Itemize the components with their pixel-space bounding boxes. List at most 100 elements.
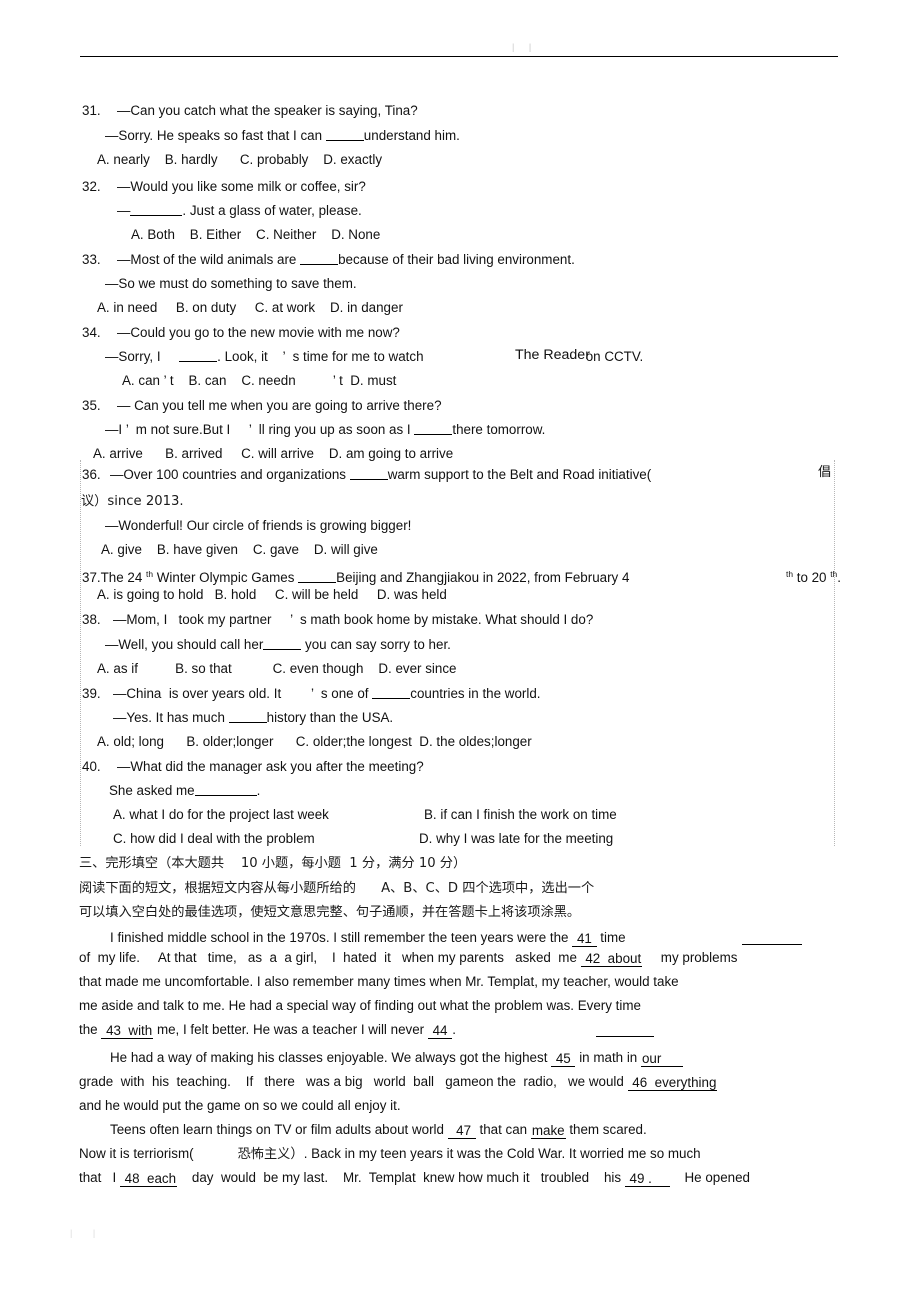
question-36-line-2: 议）since 2013. <box>81 494 184 509</box>
question-40-option-b: B. if can I finish the work on time <box>424 807 617 822</box>
question-40-option-d: D. why I was late for the meeting <box>419 831 614 846</box>
question-35-answer-blank <box>414 434 453 435</box>
p1-l5-text-a: the <box>79 1022 102 1037</box>
cloze-blank-46: 46 everything <box>627 1075 718 1091</box>
question-37-line-1-b: Winter Olympic Games <box>153 570 299 585</box>
question-40-option-c: C. how did I deal with the problem <box>113 831 315 846</box>
cloze-blank-41: 41 <box>572 931 597 947</box>
question-39-line-1: —China is over years old. It ’ s one of … <box>113 686 541 701</box>
question-38-line-1: —Mom, I took my partner ’ s math book ho… <box>113 612 594 627</box>
p1-l5-text-c: . <box>452 1022 456 1037</box>
question-35-line-2-post: there tomorrow. <box>452 422 546 437</box>
question-40-line-2-pre: She asked me <box>109 783 195 798</box>
question-34-line-2-mid: . Look, it ’ s time for me to watch <box>217 349 424 364</box>
question-33-line-1-pre: —Most of the wild animals are <box>117 252 301 267</box>
question-31-options: A. nearly B. hardly C. probably D. exact… <box>97 152 383 167</box>
p3-l2-chinese-gloss: 恐怖主义 <box>237 1147 291 1162</box>
question-36-line-1-pre: —Over 100 countries and organizations <box>110 467 350 482</box>
exam-paper-page: | | 31. —Can you catch what the speaker … <box>0 0 920 1303</box>
question-32-line-2-pre: — <box>117 203 131 218</box>
p1-l2-text-b: my problems <box>642 950 738 965</box>
p2-l2-text-a: grade with his teaching. If there was a … <box>79 1074 628 1089</box>
question-40-line-2-post: . <box>256 783 261 798</box>
question-40-option-a: A. what I do for the project last week <box>113 807 329 822</box>
stray-underline-2 <box>596 1036 654 1037</box>
question-37-options: A. is going to hold B. hold C. will be h… <box>97 587 447 602</box>
cloze-blank-47: 47 <box>447 1123 476 1139</box>
cloze-passage-p1-line-5: the 43 with me, I felt better. He was a … <box>79 1022 456 1039</box>
question-31-line-2-pre: —Sorry. He speaks so fast that I can <box>105 128 326 143</box>
cloze-passage-p1-line-1: I finished middle school in the 1970s. I… <box>110 930 626 947</box>
cloze-section-heading: 三、完形填空（本大题共 10 小题，每小题 1 分，满分 10 分） <box>79 856 467 871</box>
question-39-line-1-post: countries in the world. <box>410 686 541 701</box>
question-31-line-2: —Sorry. He speaks so fast that I can und… <box>105 128 460 143</box>
question-38-line-2: —Well, you should call her you can say s… <box>105 637 451 652</box>
question-39-line-2-pre: —Yes. It has much <box>113 710 229 725</box>
question-33-line-2: —So we must do something to save them. <box>105 276 357 291</box>
question-35-line-2: —I ’ m not sure.But I ’ ll ring you up a… <box>105 422 545 437</box>
p3-l3-text-b: day would be my last. Mr. Templat knew h… <box>177 1170 625 1185</box>
p3-l3-text-a: that I <box>79 1170 120 1185</box>
question-32-options: A. Both B. Either C. Neither D. None <box>131 227 381 242</box>
cloze-passage-p1-line-2: of my life. At that time, as a a girl, I… <box>79 950 737 967</box>
question-38-line-2-post: you can say sorry to her. <box>301 637 451 652</box>
question-33-line-1-post: because of their bad living environment. <box>338 252 575 267</box>
question-32-line-1: —Would you like some milk or coffee, sir… <box>117 179 366 194</box>
question-37-line-1-tail: th to 20 th. <box>786 567 841 585</box>
question-36-chinese-char-1: 倡 <box>818 465 832 480</box>
question-40-line-2: She asked me. <box>109 783 260 798</box>
question-34-line-2-pre: —Sorry, I <box>105 349 180 364</box>
question-39-line-1-pre: —China is over years old. It ’ s one of <box>113 686 373 701</box>
question-40-line-1: —What did the manager ask you after the … <box>117 759 424 774</box>
cloze-blank-43: 43 with <box>101 1023 154 1039</box>
cloze-passage-p2-line-3: and he would put the game on so we could… <box>79 1098 401 1113</box>
question-37-line-1: 37.The 24 th Winter Olympic Games Beijin… <box>82 567 629 585</box>
question-33-number: 33. <box>82 252 101 267</box>
p1-l1-text-b: time <box>596 930 626 945</box>
question-37-number: 37. <box>82 570 101 585</box>
question-38-options: A. as if B. so that C. even though D. ev… <box>97 661 457 676</box>
question-32-line-2: — . Just a glass of water, please. <box>117 203 362 218</box>
question-37-answer-blank <box>298 582 337 583</box>
question-35-line-1: — Can you tell me when you are going to … <box>117 398 442 413</box>
cloze-blank-44: 44 <box>427 1023 453 1039</box>
question-34-line-2: —Sorry, I . Look, it ’ s time for me to … <box>105 349 424 364</box>
p3-l2-text-b: ）. Back in my teen years it was the Cold… <box>290 1146 701 1161</box>
question-36-line-1-post: warm support to the Belt and Road initia… <box>387 467 652 482</box>
question-38-answer-blank <box>263 649 302 650</box>
question-40-answer-blank <box>194 795 257 796</box>
cloze-passage-p2-line-2: grade with his teaching. If there was a … <box>79 1074 718 1091</box>
question-37-line-1-e: . <box>837 570 841 585</box>
question-34-line-1: —Could you go to the new movie with me n… <box>117 325 400 340</box>
question-33-line-1: —Most of the wild animals are because of… <box>117 252 575 267</box>
question-32-answer-blank <box>130 215 183 216</box>
question-37-superscript-th-2: th <box>786 569 793 579</box>
question-37-superscript-th-1: th <box>146 569 154 579</box>
question-36-options: A. give B. have given C. gave D. will gi… <box>101 542 378 557</box>
cloze-underlined-word-make: make <box>530 1123 566 1139</box>
question-39-options: A. old; long B. older;longer C. older;th… <box>97 734 532 749</box>
question-31-line-1: —Can you catch what the speaker is sayin… <box>117 103 418 118</box>
cloze-blank-42: 42 about <box>580 951 643 967</box>
cloze-passage-p3-line-2: Now it is terriorism( 恐怖主义）. Back in my t… <box>79 1146 701 1162</box>
p1-l2-text-a: of my life. At that time, as a a girl, I… <box>79 950 581 965</box>
question-35-options: A. arrive B. arrived C. will arrive D. a… <box>93 446 454 461</box>
question-36-line-1: —Over 100 countries and organizations wa… <box>110 467 651 482</box>
question-38-line-2-pre: —Well, you should call her <box>105 637 264 652</box>
question-39-answer-blank-1 <box>372 698 411 699</box>
p3-l3-text-c: He opened <box>669 1170 750 1185</box>
question-39-line-2-post: history than the USA. <box>266 710 394 725</box>
cloze-blank-45: 45 <box>551 1051 576 1067</box>
p1-l1-text-a: I finished middle school in the 1970s. I… <box>110 930 573 945</box>
question-32-number: 32. <box>82 179 101 194</box>
question-36-line-3: —Wonderful! Our circle of friends is gro… <box>105 518 412 533</box>
cloze-blank-48: 48 each <box>119 1171 178 1187</box>
stray-underline-1 <box>742 944 802 945</box>
question-33-answer-blank <box>300 264 339 265</box>
cloze-passage-p1-line-4: me aside and talk to me. He had a specia… <box>79 998 641 1013</box>
p3-l1-text-b: that can <box>475 1122 531 1137</box>
question-39-answer-blank-2 <box>228 722 267 723</box>
cloze-passage-p3-line-3: that I 48 each day would be my last. Mr.… <box>79 1170 750 1187</box>
p3-l2-text-a: Now it is terriorism( <box>79 1146 194 1161</box>
question-31-line-2-post: understand him. <box>363 128 460 143</box>
